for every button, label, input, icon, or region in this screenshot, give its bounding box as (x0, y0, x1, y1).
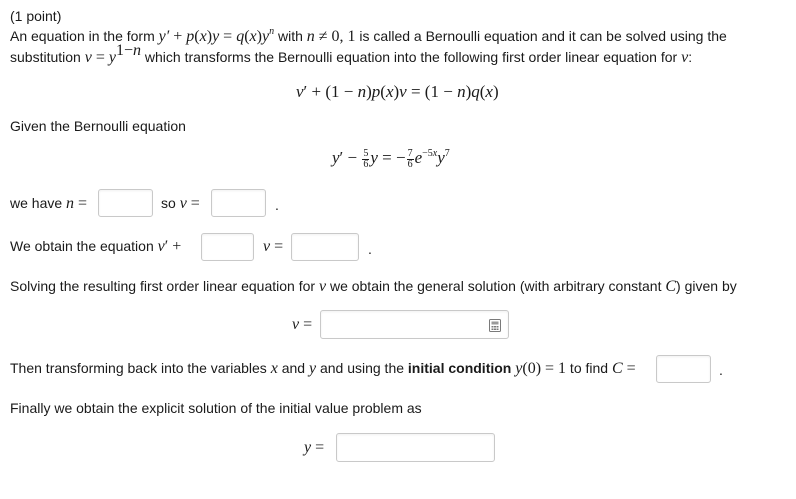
transform-text-3: and using the (316, 360, 408, 376)
general-v-label: v = (292, 316, 313, 333)
v-answer-box[interactable] (211, 189, 266, 217)
intro-line-2: substitution v = y1−n which transforms t… (10, 42, 693, 67)
we-have-label: we have n = (10, 195, 88, 212)
obtain-equation-label: We obtain the equation v′ + (10, 238, 182, 255)
so-v-label: so v = (161, 195, 200, 212)
n-answer-box[interactable] (98, 189, 153, 217)
period: . (275, 197, 279, 213)
v-input[interactable] (212, 190, 265, 216)
transform-text-2: and (277, 360, 309, 376)
final-solution-input[interactable] (337, 434, 494, 461)
p-input[interactable] (202, 234, 253, 260)
intro-text: with (274, 28, 307, 44)
solving-text-1: Solving the resulting first order linear… (10, 278, 319, 294)
finally-text: Finally we obtain the explicit solution … (10, 400, 422, 416)
final-y-label: y = (304, 439, 325, 456)
q-answer-box[interactable] (291, 233, 359, 261)
v-equals-label: v = (263, 238, 284, 255)
we-have-text: we have (10, 195, 67, 211)
so-text: so (161, 195, 180, 211)
transform-text-4: to find (566, 360, 612, 376)
initial-condition-label: initial condition (407, 360, 512, 376)
period: . (719, 362, 723, 378)
solving-text-3: ) given by (676, 278, 737, 294)
solving-text: Solving the resulting first order linear… (10, 278, 737, 295)
general-solution-box[interactable] (320, 310, 509, 339)
solving-text-2: we obtain the general solution (with arb… (326, 278, 666, 294)
intro-text: : (688, 49, 693, 65)
transform-text: Then transforming back into the variable… (10, 360, 636, 377)
q-input[interactable] (292, 234, 358, 260)
point-value: (1 point) (10, 8, 62, 24)
given-label: Given the Bernoulli equation (10, 118, 186, 134)
intro-text: substitution (10, 49, 85, 65)
equation-editor-icon[interactable] (489, 319, 501, 332)
obtain-text: We obtain the equation (10, 238, 158, 254)
period: . (368, 241, 372, 257)
linear-equation: v′ + (1 − n)p(x)v = (1 − n)q(x) (296, 82, 499, 101)
transform-text-1: Then transforming back into the variable… (10, 360, 271, 376)
intro-text: which transforms the Bernoulli equation … (141, 49, 682, 65)
bernoulli-equation: y′ − 56y = −7 6 e−5xy7 (332, 147, 450, 170)
intro-text: is called a Bernoulli equation and it ca… (355, 28, 727, 44)
c-input[interactable] (657, 356, 710, 382)
n-input[interactable] (99, 190, 152, 216)
final-solution-box[interactable] (336, 433, 495, 462)
c-answer-box[interactable] (656, 355, 711, 383)
general-solution-input[interactable] (321, 311, 508, 338)
p-answer-box[interactable] (201, 233, 254, 261)
